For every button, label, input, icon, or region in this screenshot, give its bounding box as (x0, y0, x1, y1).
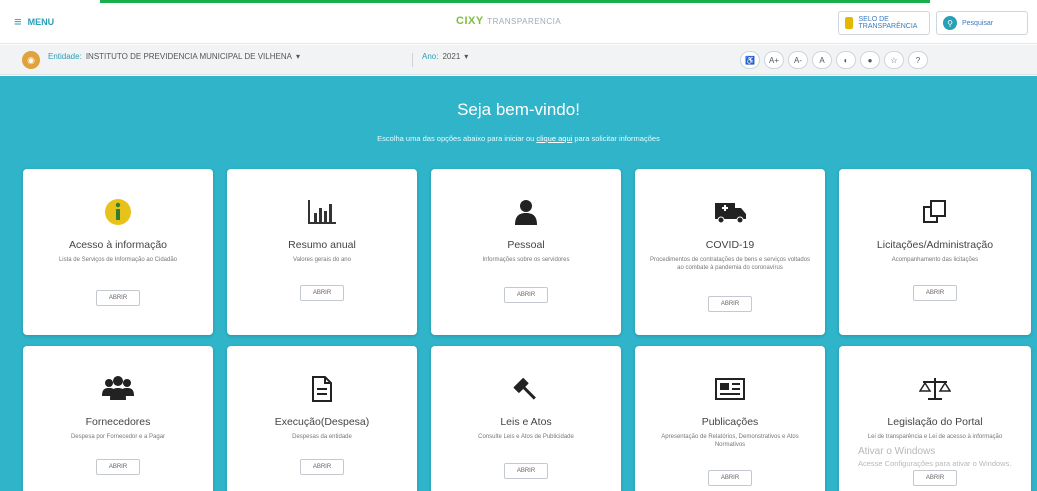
chevron-down-icon: ▾ (464, 52, 469, 61)
subtitle-text-end: para solicitar informações (572, 134, 660, 143)
card-title: Licitações/Administração (876, 239, 994, 251)
open-button[interactable]: ABRIR (300, 285, 344, 301)
card-description: Acompanhamento das licitações (891, 257, 979, 263)
accessibility-icon[interactable]: ♿ (740, 51, 760, 69)
card-fornecedores[interactable]: Fornecedores Despesa por Fornecedor e a … (23, 346, 213, 491)
entity-value: INSTITUTO DE PREVIDENCIA MUNICIPAL DE VI… (85, 52, 292, 61)
help-icon[interactable]: ? (908, 51, 928, 69)
card-leis-atos[interactable]: Leis e Atos Consulte Leis e Atos de Publ… (431, 346, 621, 491)
transparency-seal-button[interactable]: SELO DE TRANSPARÊNCIA (838, 11, 930, 35)
card-publicacoes[interactable]: Publicações Apresentação de Relatórios, … (635, 346, 825, 491)
card-title: Fornecedores (85, 416, 151, 428)
divider (412, 53, 413, 67)
person-icon (431, 197, 621, 227)
top-header: ≡ MENU CIXY TRANSPARENCIA SELO DE TRANSP… (0, 0, 1037, 44)
bar-chart-icon (227, 197, 417, 227)
card-description: Consulte Leis e Atos de Publicidade (478, 434, 574, 440)
card-description: Lista de Serviços de Informação ao Cidad… (58, 257, 178, 263)
font-reset-button[interactable]: A (812, 51, 832, 69)
card-description: Lei de transparência e Lei de acesso à i… (867, 434, 1003, 440)
year-select[interactable]: Ano: 2021 ▾ (422, 52, 468, 61)
open-button[interactable]: ABRIR (708, 296, 752, 312)
portal-logo[interactable]: CIXY TRANSPARENCIA (456, 15, 561, 27)
logo-brand: CIXY (456, 15, 484, 27)
request-info-link[interactable]: clique aqui (536, 134, 572, 143)
entity-select[interactable]: Entidade: INSTITUTO DE PREVIDENCIA MUNIC… (48, 52, 300, 61)
open-button[interactable]: ABRIR (96, 459, 140, 475)
hamburger-icon: ≡ (14, 14, 22, 29)
welcome-title: Seja bem-vindo! (457, 100, 580, 119)
subtitle-text: Escolha uma das opções abaixo para inici… (377, 134, 537, 143)
card-execucao-despesa[interactable]: Execução(Despesa) Despesas da entidade A… (227, 346, 417, 491)
seal-icon (845, 17, 854, 29)
open-button[interactable]: ABRIR (913, 285, 957, 301)
card-title: COVID-19 (705, 239, 755, 251)
favorite-icon[interactable]: ☆ (884, 51, 904, 69)
ambulance-icon (635, 197, 825, 227)
font-decrease-button[interactable]: A- (788, 51, 808, 69)
search-icon: ⚲ (943, 16, 957, 30)
copy-icon (839, 197, 1031, 227)
entity-logo-icon: ◉ (22, 51, 40, 69)
card-description: Procedimentos de contratações de bens e … (649, 257, 811, 271)
open-button[interactable]: ABRIR (504, 463, 548, 479)
menu-label: MENU (27, 16, 55, 27)
card-acesso-informacao[interactable]: Acesso à informação Lista de Serviços de… (23, 169, 213, 335)
watermark-line2: Acesse Configurações para ativar o Windo… (858, 459, 1012, 468)
info-icon (23, 197, 213, 227)
search-label: Pesquisar (962, 19, 994, 27)
font-increase-button[interactable]: A+ (764, 51, 784, 69)
card-title: Execução(Despesa) (274, 416, 370, 428)
open-button[interactable]: ABRIR (708, 470, 752, 486)
card-pessoal[interactable]: Pessoal Informações sobre os servidores … (431, 169, 621, 335)
card-title: Pessoal (507, 239, 545, 251)
entity-bar: ◉ Entidade: INSTITUTO DE PREVIDENCIA MUN… (0, 45, 1037, 75)
card-covid-19[interactable]: COVID-19 Procedimentos de contratações d… (635, 169, 825, 335)
windows-activation-watermark: Ativar o Windows Acesse Configurações pa… (858, 445, 1011, 470)
chevron-down-icon: ▾ (295, 52, 300, 61)
card-description: Despesa por Fornecedor e a Pagar (70, 434, 166, 440)
card-licitacoes[interactable]: Licitações/Administração Acompanhamento … (839, 169, 1031, 335)
card-title: Resumo anual (288, 239, 356, 251)
card-title: Acesso à informação (68, 239, 168, 251)
card-description: Apresentação de Relatórios, Demonstrativ… (661, 434, 799, 448)
entity-key: Entidade: (48, 52, 82, 61)
accessibility-tools: ♿ A+ A- A ◐ ● ☆ ? (740, 51, 928, 69)
contrast-icon[interactable]: ◐ (836, 51, 856, 69)
year-value: 2021 (442, 52, 461, 61)
card-description: Despesas da entidade (292, 434, 352, 440)
logo-text: TRANSPARENCIA (487, 17, 562, 26)
card-description: Valores gerais do ano (293, 257, 351, 263)
search-button[interactable]: ⚲ Pesquisar (936, 11, 1028, 35)
card-title: Leis e Atos (500, 416, 552, 428)
open-button[interactable]: ABRIR (913, 470, 957, 486)
watermark-line1: Ativar o Windows (858, 446, 936, 457)
card-title: Legislação do Portal (887, 416, 983, 428)
top-accent-line (100, 0, 930, 3)
open-button[interactable]: ABRIR (504, 287, 548, 303)
document-icon (227, 374, 417, 404)
newspaper-icon (635, 374, 825, 404)
open-button[interactable]: ABRIR (300, 459, 344, 475)
gavel-icon (431, 374, 621, 404)
seal-label: SELO DE TRANSPARÊNCIA (858, 16, 918, 30)
group-icon (23, 374, 213, 404)
year-key: Ano: (422, 52, 439, 61)
card-resumo-anual[interactable]: Resumo anual Valores gerais do ano ABRIR (227, 169, 417, 335)
dark-mode-icon[interactable]: ● (860, 51, 880, 69)
card-description: Informações sobre os servidores (482, 257, 570, 263)
scales-icon (839, 374, 1031, 404)
card-title: Publicações (701, 416, 759, 428)
menu-button[interactable]: ≡ MENU (14, 15, 54, 28)
welcome-subtitle: Escolha uma das opções abaixo para inici… (0, 134, 1037, 143)
open-button[interactable]: ABRIR (96, 290, 140, 306)
